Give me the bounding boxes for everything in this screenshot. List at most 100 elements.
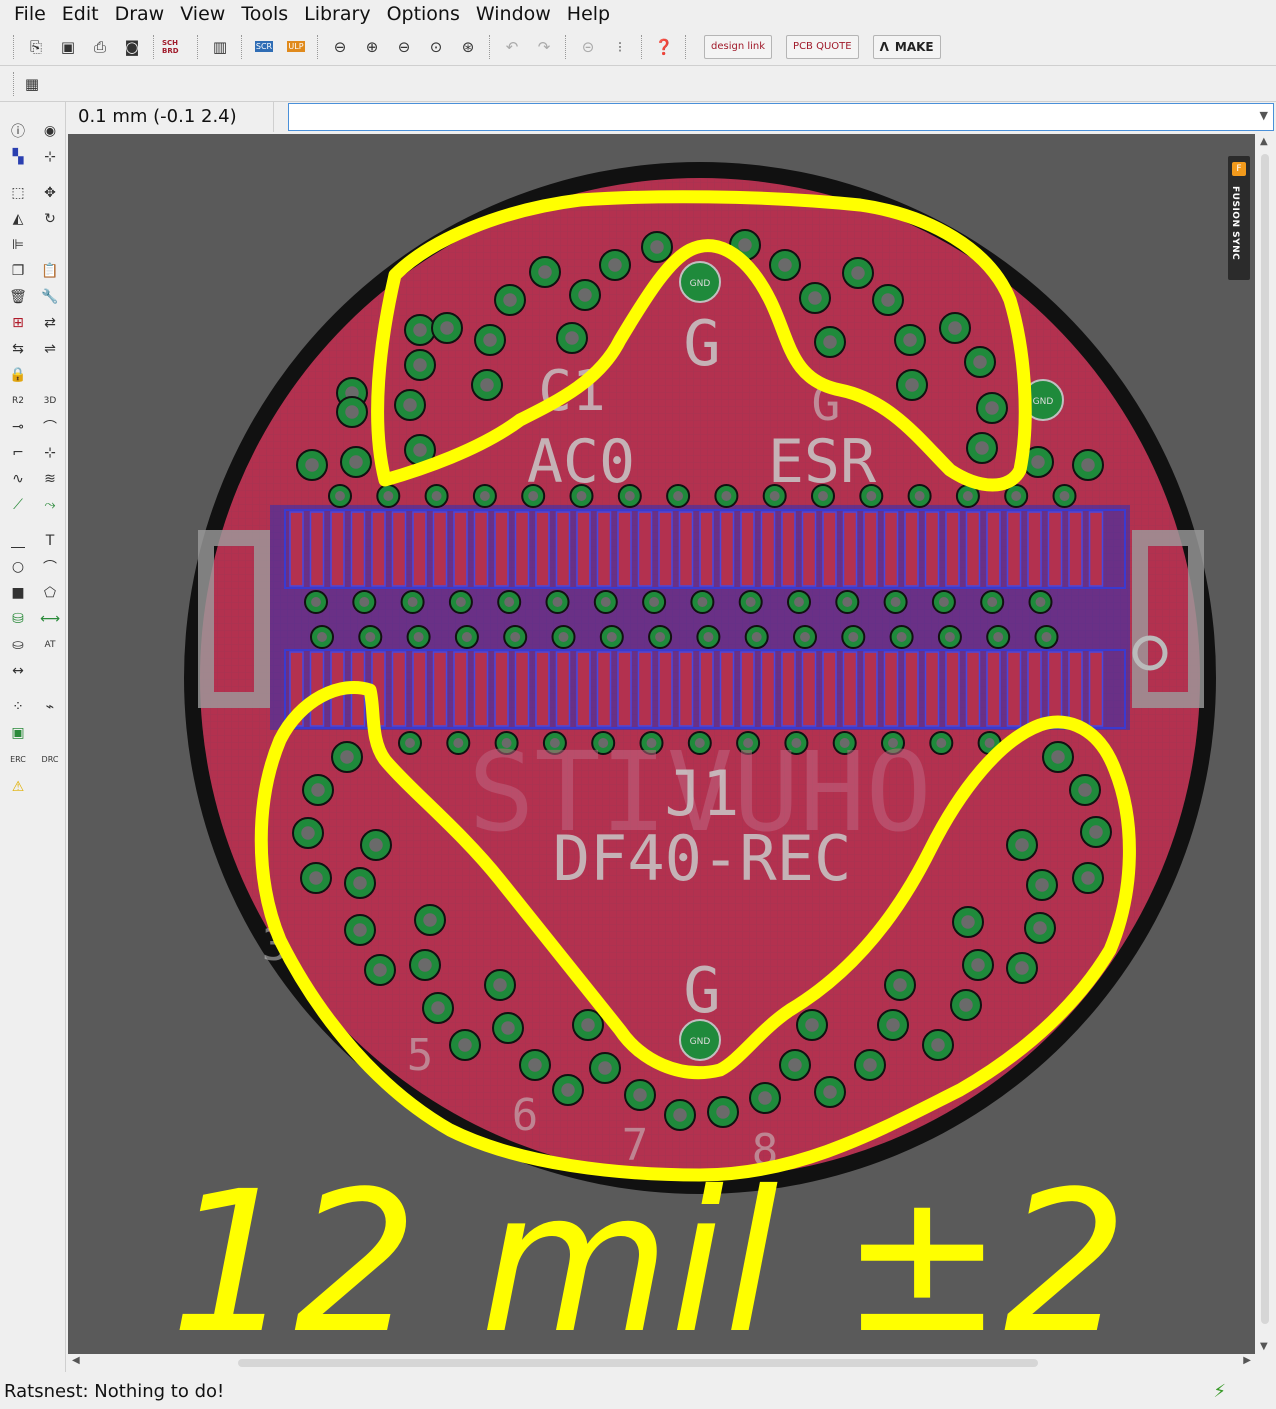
autorouter-icon[interactable]: ⌁	[38, 695, 62, 719]
lightning-icon[interactable]: ⚡	[1213, 1374, 1226, 1409]
parameter-toolbar: ▦	[0, 66, 1276, 102]
via-drill	[413, 632, 424, 642]
select-icon[interactable]: ⬚	[6, 181, 30, 205]
undo-icon[interactable]: ↶	[498, 33, 526, 61]
script-icon[interactable]: SCR	[250, 33, 278, 61]
scroll-down-icon[interactable]: ▼	[1260, 1341, 1268, 1352]
sch-brd-switch-icon[interactable]: SCH BRD	[162, 33, 190, 61]
menu-view[interactable]: View	[172, 0, 233, 28]
connector-pad	[863, 651, 878, 727]
pcb-quote-button[interactable]: PCB QUOTE	[786, 34, 859, 59]
go-icon[interactable]: ⁝	[606, 33, 634, 61]
text-icon[interactable]: T	[38, 529, 62, 553]
mirror-icon[interactable]: ◭	[6, 207, 30, 231]
connector-pad	[555, 651, 571, 727]
3d-icon[interactable]: 3D	[38, 389, 62, 413]
add-part-icon[interactable]: ⊞	[6, 311, 30, 335]
via-icon[interactable]: ⛁	[6, 607, 30, 631]
via-drill	[349, 455, 363, 469]
menu-options[interactable]: Options	[379, 0, 468, 28]
menu-file[interactable]: File	[6, 0, 54, 28]
redo-icon[interactable]: ↷	[530, 33, 558, 61]
meander-icon[interactable]: ∿	[6, 467, 30, 491]
menu-library[interactable]: Library	[296, 0, 378, 28]
command-line-input[interactable]	[288, 103, 1274, 131]
wrench-icon[interactable]: 🔧	[38, 285, 62, 309]
split-icon[interactable]: ⊸	[6, 415, 30, 439]
align-icon[interactable]: ⊫	[6, 233, 30, 257]
fusion-sync-tab[interactable]: F FUSION SYNC	[1228, 156, 1250, 280]
display-layers-icon[interactable]: ▚	[6, 145, 30, 169]
vertical-scroll-thumb[interactable]	[1261, 154, 1269, 1324]
replace-icon[interactable]: ⇄	[38, 311, 62, 335]
help-icon[interactable]: ❓	[650, 33, 678, 61]
make-button[interactable]: Λ MAKE	[872, 34, 941, 59]
horizontal-scroll-thumb[interactable]	[238, 1359, 1038, 1367]
via-drill	[848, 632, 859, 642]
ratsnest-icon[interactable]: ⁘	[6, 695, 30, 719]
info-icon[interactable]: ⓘ	[6, 119, 30, 143]
zoom-in-icon[interactable]: ⊕	[358, 33, 386, 61]
zoom-select-icon[interactable]: ⊛	[454, 33, 482, 61]
library-icon[interactable]: ▥	[206, 33, 234, 61]
open-icon[interactable]: ⎘	[22, 33, 50, 61]
zoom-redraw-icon[interactable]: ⊙	[422, 33, 450, 61]
ulp-icon[interactable]: ULP	[282, 33, 310, 61]
miter-icon[interactable]: ⌒	[38, 415, 62, 439]
board-canvas[interactable]: STIVUHO G C1 AC0 ESR G J1 DF40-REC G 5 6…	[68, 134, 1255, 1354]
rect-icon[interactable]: ■	[6, 581, 30, 605]
ripup-icon[interactable]: ⊹	[38, 441, 62, 465]
menu-edit[interactable]: Edit	[54, 0, 107, 28]
via-drill	[598, 1061, 612, 1075]
attribute-icon[interactable]: AT	[38, 633, 62, 657]
erc-icon[interactable]: ERC	[6, 747, 30, 771]
paste-icon[interactable]: 📋	[38, 259, 62, 283]
menu-tools[interactable]: Tools	[233, 0, 296, 28]
horizontal-scrollbar[interactable]: ◀ ▶	[68, 1354, 1255, 1372]
drc-icon[interactable]: DRC	[38, 747, 62, 771]
grid-icon[interactable]: ▦	[18, 70, 46, 98]
via-drill	[973, 355, 987, 369]
signal-icon[interactable]: ⟷	[38, 607, 62, 631]
menu-draw[interactable]: Draw	[107, 0, 173, 28]
scroll-right-icon[interactable]: ▶	[1243, 1355, 1251, 1366]
rotate-icon[interactable]: ↻	[38, 207, 62, 231]
print-icon[interactable]: ⎙	[86, 33, 114, 61]
scroll-up-icon[interactable]: ▲	[1260, 136, 1268, 147]
change-icon[interactable]: ⇌	[38, 337, 62, 361]
diff-pair-icon[interactable]: ≋	[38, 467, 62, 491]
menu-help[interactable]: Help	[559, 0, 618, 28]
vertical-scrollbar[interactable]: ▲ ▼	[1255, 134, 1276, 1354]
delete-icon[interactable]: 🗑	[6, 285, 30, 309]
polygon-icon[interactable]: ⬠	[38, 581, 62, 605]
copy-icon[interactable]: ❐	[6, 259, 30, 283]
lock-icon[interactable]: 🔒	[6, 363, 30, 387]
mark-icon[interactable]: ⊹	[38, 145, 62, 169]
arc-icon[interactable]: ⌒	[38, 555, 62, 579]
zoom-out-icon[interactable]: ⊖	[390, 33, 418, 61]
swap-icon[interactable]: ⇆	[6, 337, 30, 361]
optimize-icon[interactable]: ⌐	[6, 441, 30, 465]
stop-icon[interactable]: ⊝	[574, 33, 602, 61]
dimension-icon[interactable]: ↔	[6, 659, 30, 683]
board-icon[interactable]: ▣	[6, 721, 30, 745]
design-link-button[interactable]: design link	[704, 34, 773, 59]
via-drill	[558, 632, 569, 642]
autoroute-icon[interactable]: ⤳	[38, 493, 62, 517]
errors-warning-icon[interactable]: ⚠	[6, 775, 30, 799]
wire-icon[interactable]: ⎽	[6, 529, 30, 553]
circle-icon[interactable]: ○	[6, 555, 30, 579]
via-drill	[1078, 783, 1092, 797]
scroll-left-icon[interactable]: ◀	[72, 1355, 80, 1366]
zoom-fit-icon[interactable]: ⊖	[326, 33, 354, 61]
save-icon[interactable]: ▣	[54, 33, 82, 61]
chevron-down-icon[interactable]: ▼	[1260, 109, 1268, 122]
connector-pad	[330, 511, 345, 587]
cam-icon[interactable]: ◙	[118, 33, 146, 61]
show-eye-icon[interactable]: ◉	[38, 119, 62, 143]
name-value-icon[interactable]: R2	[6, 389, 30, 413]
hole-icon[interactable]: ⛀	[6, 633, 30, 657]
move-icon[interactable]: ✥	[38, 181, 62, 205]
menu-window[interactable]: Window	[468, 0, 559, 28]
route-icon[interactable]: ⟋	[6, 493, 30, 517]
